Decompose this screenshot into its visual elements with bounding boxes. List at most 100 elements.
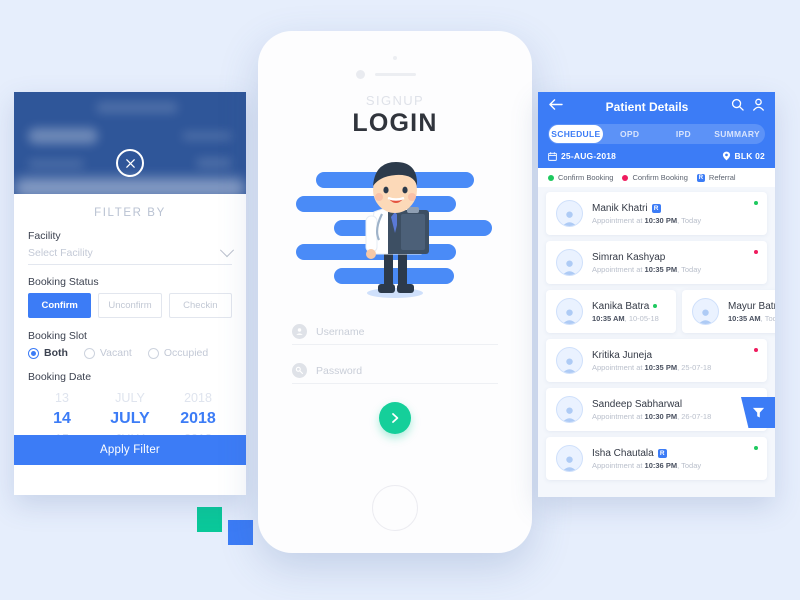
appointment-info: Appointment at 10:30 PM, Today [592, 216, 701, 225]
patient-name: Manik Khatri [592, 202, 648, 214]
avatar [556, 200, 583, 227]
password-field[interactable]: Password [292, 363, 498, 384]
patient-card-manik-khatri[interactable]: Manik Khatri R Appointment at 10:30 PM, … [546, 192, 767, 235]
username-placeholder: Username [316, 325, 365, 338]
booking-date-label: Booking Date [28, 371, 92, 383]
appointment-time: 10:35 PM [644, 362, 678, 372]
canvas: FILTER BY Facility Select Facility Booki… [0, 0, 800, 600]
booking-status-checkin[interactable]: Checkin [168, 293, 232, 318]
booking-status-group: Confirm Unconfirm Checkin [28, 293, 232, 318]
booking-slot-both[interactable]: Both [28, 347, 68, 359]
facility-select[interactable]: Select Facility [28, 243, 235, 265]
radio-icon [147, 347, 159, 359]
login-screen: SIGNUP LOGIN Username Password [258, 88, 532, 508]
login-phone: SIGNUP LOGIN Username Password [258, 31, 532, 553]
avatar [556, 347, 583, 374]
filter-funnel-icon [752, 407, 764, 418]
block-value: BLK 02 [734, 151, 765, 161]
password-placeholder: Password [316, 364, 363, 377]
appointment-prefix: Appointment at [592, 460, 645, 470]
patient-name: Isha Chautala [592, 447, 654, 459]
arrow-left-icon[interactable] [548, 98, 563, 116]
meta-bar: 25-AUG-2018 BLK 02 [548, 151, 765, 168]
appointment-info: Appointment at 10:36 PM, Today [592, 461, 701, 470]
user-icon [292, 324, 307, 339]
avatar [556, 249, 583, 276]
patient-card-simran-kashyap[interactable]: Simran Kashyap Appointment at 10:35 PM, … [546, 241, 767, 284]
patient-card-kanika-batra[interactable]: Kanika Batra 10:35 AM, 10-05-18 [546, 290, 676, 333]
appointment-time: 10:36 PM [644, 460, 678, 470]
blurred-background-header [14, 92, 246, 194]
apply-filter-button[interactable]: Apply Filter [14, 435, 246, 465]
login-form: Username Password [258, 324, 532, 434]
tab-schedule[interactable]: SCHEDULE [549, 125, 603, 143]
patient-name: Kritika Juneja [592, 349, 653, 361]
patient-card-kritika-juneja[interactable]: Kritika Juneja Appointment at 10:35 PM, … [546, 339, 767, 382]
page-title: Patient Details [605, 100, 689, 114]
appointment-day: , Today [677, 460, 702, 470]
profile-user-icon[interactable] [752, 98, 765, 116]
filter-title: FILTER BY [94, 207, 166, 219]
booking-slot-label: Booking Slot [28, 330, 87, 342]
search-icon[interactable] [731, 98, 744, 116]
patient-name-row: Manik Khatri R [592, 203, 701, 214]
chevron-down-icon [219, 243, 235, 258]
date-row-selected[interactable]: 14 JULY 2018 [28, 408, 232, 430]
appointment-info: Appointment at 10:30 PM, 26-07-18 [592, 412, 711, 421]
referral-badge-icon: R [651, 203, 661, 213]
booking-slot-occupied[interactable]: Occupied [147, 347, 208, 359]
status-badge [754, 201, 758, 205]
close-icon[interactable] [116, 149, 144, 177]
block-selector[interactable]: BLK 02 [722, 151, 766, 161]
tab-signup[interactable]: SIGNUP [258, 93, 532, 108]
patient-name: Kanika Batra [592, 300, 650, 312]
tab-ipd[interactable]: IPD [657, 125, 711, 143]
status-badge [754, 250, 758, 254]
earpiece-speaker [375, 73, 416, 76]
tab-opd[interactable]: OPD [603, 125, 657, 143]
appointment-time: 10:35 PM [644, 264, 678, 274]
tab-login[interactable]: LOGIN [258, 109, 532, 138]
filter-form: FILTER BY Facility Select Facility Booki… [14, 194, 246, 465]
status-badge [754, 446, 758, 450]
close-glyph [125, 158, 135, 168]
booking-status-confirm[interactable]: Confirm [28, 293, 92, 318]
booking-slot-vacant-label: Vacant [99, 347, 132, 359]
patient-card-mayur-batra[interactable]: Mayur Batra 10:35 AM, Today [682, 290, 775, 333]
avatar [556, 298, 583, 325]
patient-name-row: Simran Kashyap [592, 252, 701, 263]
patient-name-row: Kritika Juneja [592, 350, 711, 361]
radio-icon [28, 347, 39, 359]
login-submit-button[interactable] [379, 402, 411, 434]
appointment-day: , Today [760, 313, 775, 323]
tab-bar: SCHEDULE OPD IPD SUMMARY [548, 124, 765, 144]
facility-label: Facility [28, 230, 61, 242]
date-row-previous[interactable]: 13 JULY 2018 [28, 389, 232, 408]
appointment-info: Appointment at 10:35 PM, Today [592, 265, 701, 274]
patient-card-sandeep-sabharwal[interactable]: Sandeep Sabharwal Appointment at 10:30 P… [546, 388, 767, 431]
facility-placeholder: Select Facility [28, 247, 93, 259]
appointment-prefix: Appointment at [592, 215, 645, 225]
booking-status-unconfirm[interactable]: Unconfirm [98, 293, 162, 318]
date-selector[interactable]: 25-AUG-2018 [548, 151, 616, 161]
status-badge [754, 348, 758, 352]
tab-summary[interactable]: SUMMARY [710, 125, 764, 143]
appointment-info: 10:35 AM, Today [728, 314, 775, 323]
patient-card-carousel[interactable]: Kanika Batra 10:35 AM, 10-05-18 Mayur Ba… [546, 290, 775, 333]
date-selected-day: 14 [53, 410, 71, 427]
legend-dot-pink [622, 174, 629, 181]
patient-details-screen: Patient Details SCHEDULE OPD IPD SUMMARY… [538, 92, 775, 497]
booking-slot-vacant[interactable]: Vacant [83, 347, 132, 359]
date-selected-month: JULY [110, 410, 150, 427]
home-button[interactable] [372, 485, 418, 531]
appointment-day: , 25-07-18 [677, 362, 712, 372]
legend-label-green: Confirm Booking [558, 173, 614, 182]
legend-confirm-pink: Confirm Booking [622, 173, 688, 182]
appointment-day: , Today [677, 215, 702, 225]
patient-list[interactable]: Manik Khatri R Appointment at 10:30 PM, … [538, 187, 775, 480]
patient-name-row: Isha Chautala R [592, 448, 701, 459]
date-selected-year: 2018 [180, 410, 216, 427]
patient-card-isha-chautala[interactable]: Isha Chautala R Appointment at 10:36 PM,… [546, 437, 767, 480]
username-field[interactable]: Username [292, 324, 498, 345]
appointment-day: , 26-07-18 [677, 411, 712, 421]
